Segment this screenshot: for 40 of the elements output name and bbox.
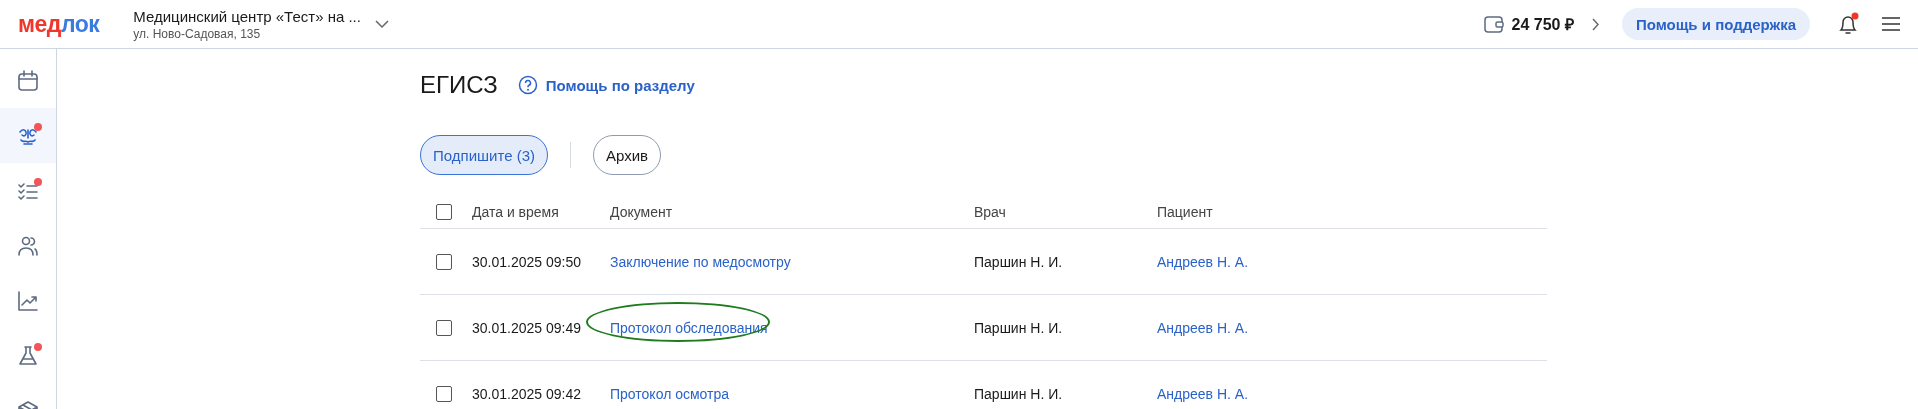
balance-amount[interactable]: 24 750 ₽ xyxy=(1511,13,1574,35)
table-cell-text: 30.01.2025 09:50 xyxy=(472,253,582,270)
help-link-text[interactable]: Помощь по разделу xyxy=(545,76,695,94)
column-header: Документ xyxy=(610,203,674,220)
table-cell-text: Паршин Н. И. xyxy=(974,253,1064,270)
column-header: Врач xyxy=(974,203,1007,220)
chevron-down-icon[interactable] xyxy=(374,19,389,29)
checkbox[interactable] xyxy=(436,385,452,402)
checkbox[interactable] xyxy=(436,203,452,220)
column-header: Пациент xyxy=(1157,203,1214,220)
checkbox[interactable] xyxy=(436,319,452,336)
page-title: ЕГИСЗ xyxy=(420,71,498,99)
clinic-name[interactable]: Медицинский центр «Тест» на ... xyxy=(133,7,361,25)
document-link[interactable]: Заключение по медосмотру xyxy=(610,253,791,270)
checkbox[interactable] xyxy=(436,253,452,270)
table-cell-text: 30.01.2025 09:42 xyxy=(472,385,582,402)
table-cell-text: 30.01.2025 09:49 xyxy=(472,319,582,336)
tab[interactable]: Архив xyxy=(593,135,662,175)
sidebar-item[interactable] xyxy=(0,108,56,163)
column-header: Дата и время xyxy=(472,203,560,220)
flask-icon xyxy=(16,343,40,368)
table-cell-text: Паршин Н. И. xyxy=(974,319,1064,336)
document-link[interactable]: Протокол осмотра xyxy=(610,385,730,402)
menu-icon[interactable] xyxy=(1882,17,1900,31)
document-link[interactable]: Протокол обследования xyxy=(610,319,768,336)
patient-link[interactable]: Андреев Н. А. xyxy=(1157,385,1249,402)
logo[interactable]: медлок xyxy=(18,10,100,38)
patient-link[interactable]: Андреев Н. А. xyxy=(1157,319,1249,336)
help-button[interactable]: Помощь и поддержка xyxy=(1621,8,1810,40)
tab[interactable]: Подпишите (3) xyxy=(420,135,548,175)
table-cell-text: Паршин Н. И. xyxy=(974,385,1064,402)
chevron-right-icon[interactable] xyxy=(1591,17,1600,31)
clinic-address: ул. Ново-Садовая, 135 xyxy=(133,26,262,41)
calendar-icon xyxy=(16,68,40,93)
trend-chart-icon xyxy=(16,288,40,313)
bell-icon[interactable] xyxy=(1836,12,1860,36)
help-icon xyxy=(517,75,538,95)
patient-link[interactable]: Андреев Н. А. xyxy=(1157,253,1249,270)
help-link[interactable]: Помощь по разделу xyxy=(517,75,695,95)
wallet-icon xyxy=(1483,15,1504,33)
